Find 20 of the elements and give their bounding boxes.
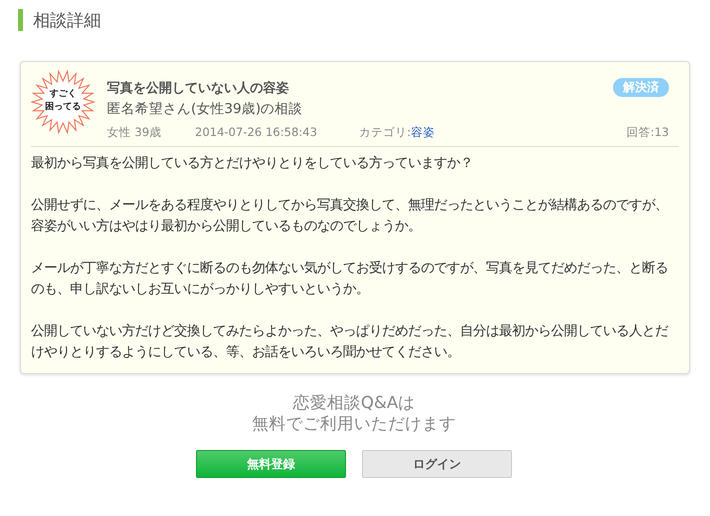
question-title: 写真を公開していない人の容姿: [107, 80, 289, 96]
badge-label: 困ってる: [45, 101, 81, 114]
badge-label: すごく: [50, 88, 76, 101]
promo-text: 恋愛相談Q&Aは: [292, 392, 416, 413]
section-heading: 相談詳細: [33, 10, 101, 32]
login-button[interactable]: ログイン: [362, 450, 512, 478]
starburst-icon: [31, 70, 95, 134]
status-badge: 解決済: [613, 78, 669, 97]
question-paragraph: 公開していない方だけど交換してみたらよかった、やっぱりだめだった、自分は最初から公開している人とだけやりとりするようにしている、等、お話をいろいろ聞かせてください。: [31, 322, 670, 362]
question-paragraph: 公開せずに、メールをある程度やりとりしてから写真交換して、無理だったということが結構あるのですが、容姿がいい方はやはり最初から公開しているものなのでしょうか。: [31, 196, 669, 236]
accent-bar: [18, 9, 23, 31]
gender-age: 女性 39歳: [107, 125, 162, 140]
question-paragraph: 最初から写真を公開している方とだけやりとりをしている方っていますか？: [31, 154, 474, 173]
answer-count: 回答:13: [626, 125, 669, 140]
category-label: カテゴリ:: [359, 125, 411, 139]
question-paragraph: メールが丁寧な方だとすぐに断るのも勿体ない気がしてお受けするのですが、写真を見てだめだった、と断るのも、申し訳ないしお互いにがっかりしやすいというか。: [31, 260, 669, 299]
post-datetime: 2014-07-26 16:58:43: [195, 125, 318, 140]
promo-text: 無料でご利用いただけます: [251, 413, 457, 434]
category-link[interactable]: 容姿: [410, 125, 435, 139]
asker-name: 匿名希望さん(女性39歳)の相談: [107, 100, 304, 118]
